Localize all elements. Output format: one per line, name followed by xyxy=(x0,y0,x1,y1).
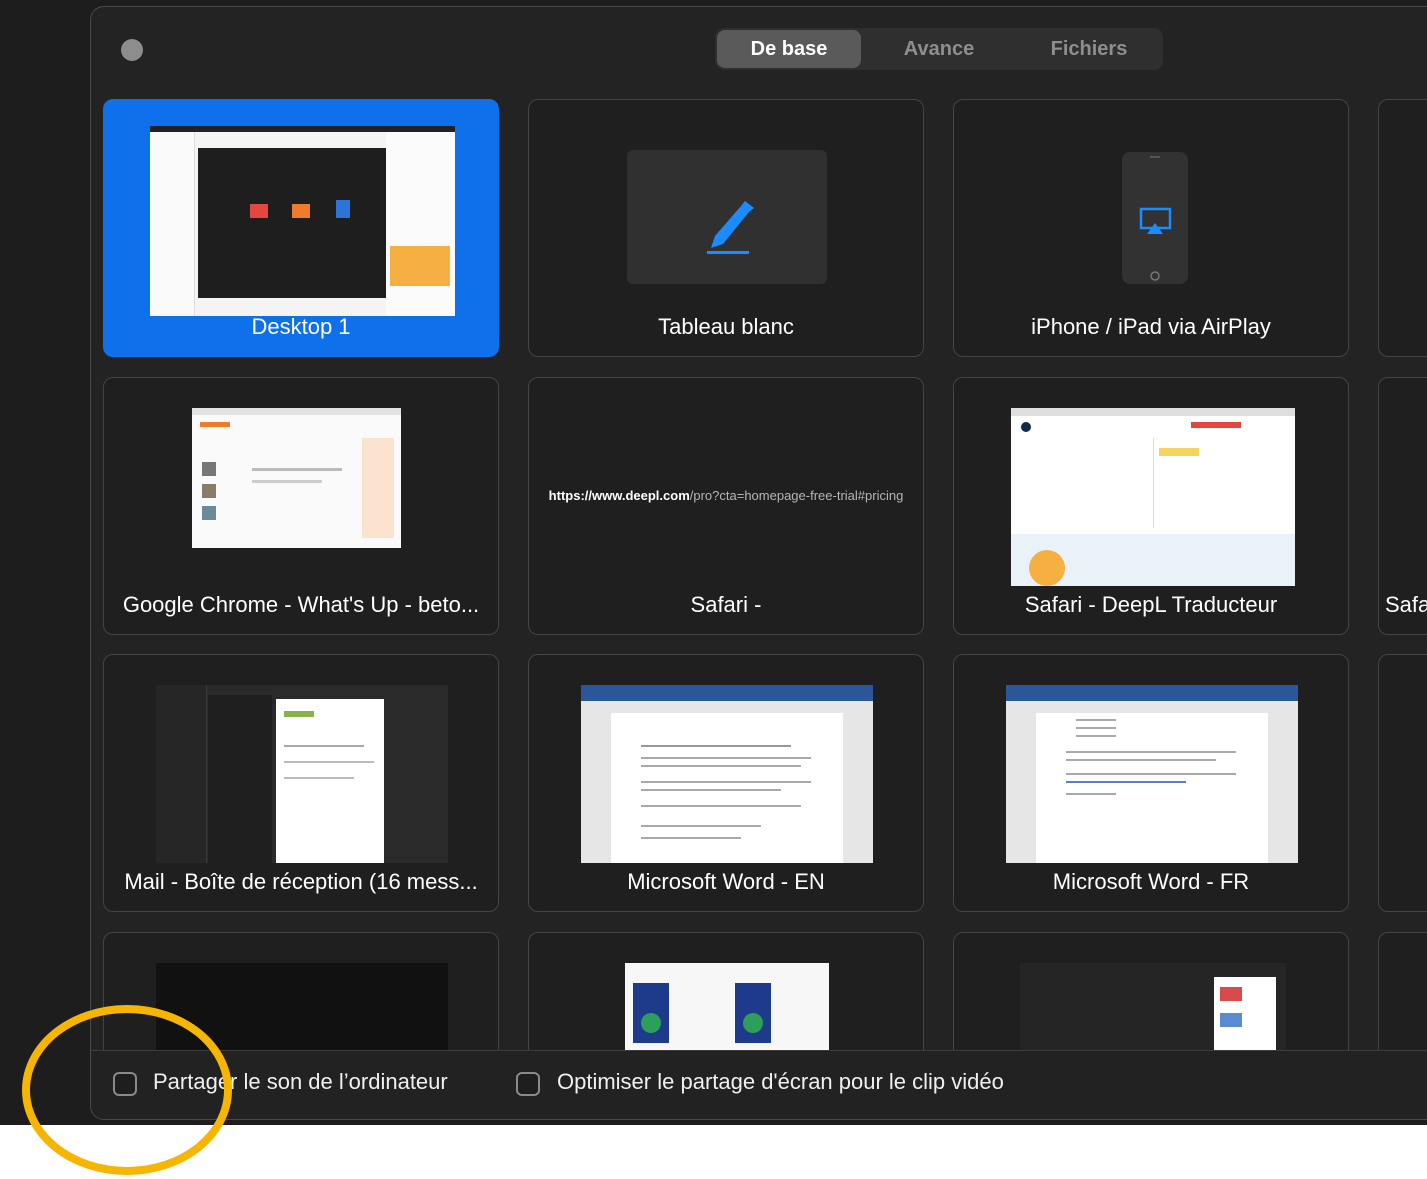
word-fr-thumbnail xyxy=(1006,685,1298,863)
screen-background: De base Avance Fichiers Desktop 1 Tablea… xyxy=(0,0,1427,1125)
optimize-video-label[interactable]: Optimiser le partage d'écran pour le cli… xyxy=(557,1069,1004,1095)
row4-thumbnail-2 xyxy=(625,963,829,1063)
share-tabs: De base Avance Fichiers xyxy=(715,28,1163,70)
chrome-thumbnail xyxy=(192,408,401,548)
share-tile-safari-blank[interactable]: https://www.deepl.com/pro?cta=homepage-f… xyxy=(528,377,924,635)
tile-label-mail: Mail - Boîte de réception (16 mess... xyxy=(124,869,478,894)
pencil-icon xyxy=(707,201,754,254)
tile-label-word-en: Microsoft Word - EN xyxy=(627,869,825,894)
tile-label-safari-deepl: Safari - DeepL Traducteur xyxy=(1024,592,1278,617)
word-en-thumbnail xyxy=(581,685,873,863)
share-tile-safari-partial[interactable]: Safa xyxy=(1378,377,1427,635)
mail-thumbnail xyxy=(156,685,448,863)
share-options-bar: Partager le son de l’ordinateur Optimise… xyxy=(91,1050,1427,1119)
share-tile-partial-1[interactable] xyxy=(1378,99,1427,357)
share-screen-window: De base Avance Fichiers Desktop 1 Tablea… xyxy=(90,6,1427,1120)
share-tile-whiteboard[interactable]: Tableau blanc xyxy=(528,99,924,357)
window-close-button[interactable] xyxy=(121,39,143,61)
tab-advanced[interactable]: Avance xyxy=(867,30,1011,68)
share-tile-word-fr[interactable]: Microsoft Word - FR xyxy=(953,654,1349,912)
tile-label-word-fr: Microsoft Word - FR xyxy=(1052,869,1250,894)
airplay-icon xyxy=(1139,156,1172,281)
tile-label-airplay: iPhone / iPad via AirPlay xyxy=(1031,314,1271,339)
share-tile-airplay[interactable]: iPhone / iPad via AirPlay xyxy=(953,99,1349,357)
tab-files[interactable]: Fichiers xyxy=(1017,30,1161,68)
share-tile-word-en[interactable]: Microsoft Word - EN xyxy=(528,654,924,912)
share-tile-partial-3[interactable] xyxy=(1378,654,1427,912)
deepl-thumbnail xyxy=(1011,408,1295,586)
whiteboard-thumbnail xyxy=(627,150,827,284)
row4-thumbnail-3 xyxy=(1020,963,1286,1063)
share-tile-chrome[interactable]: Google Chrome - What's Up - beto... xyxy=(103,377,499,635)
share-tile-desktop[interactable]: Desktop 1 xyxy=(103,99,499,357)
tile-label-desktop: Desktop 1 xyxy=(251,314,351,339)
tile-label-chrome: Google Chrome - What's Up - beto... xyxy=(122,592,480,617)
safari-url-text: https://www.deepl.com/pro?cta=homepage-f… xyxy=(548,488,904,503)
tile-label-safari-blank: Safari - xyxy=(690,592,762,617)
tab-basic[interactable]: De base xyxy=(717,30,861,68)
desktop-thumbnail xyxy=(150,126,455,316)
tile-label-safari-partial: Safa xyxy=(1385,592,1427,617)
highlight-circle-annotation xyxy=(22,1005,232,1175)
tile-label-whiteboard: Tableau blanc xyxy=(658,314,794,339)
share-tile-mail[interactable]: Mail - Boîte de réception (16 mess... xyxy=(103,654,499,912)
optimize-video-checkbox[interactable] xyxy=(516,1072,540,1096)
share-tile-safari-deepl[interactable]: Safari - DeepL Traducteur xyxy=(953,377,1349,635)
airplay-thumbnail xyxy=(1122,152,1188,284)
